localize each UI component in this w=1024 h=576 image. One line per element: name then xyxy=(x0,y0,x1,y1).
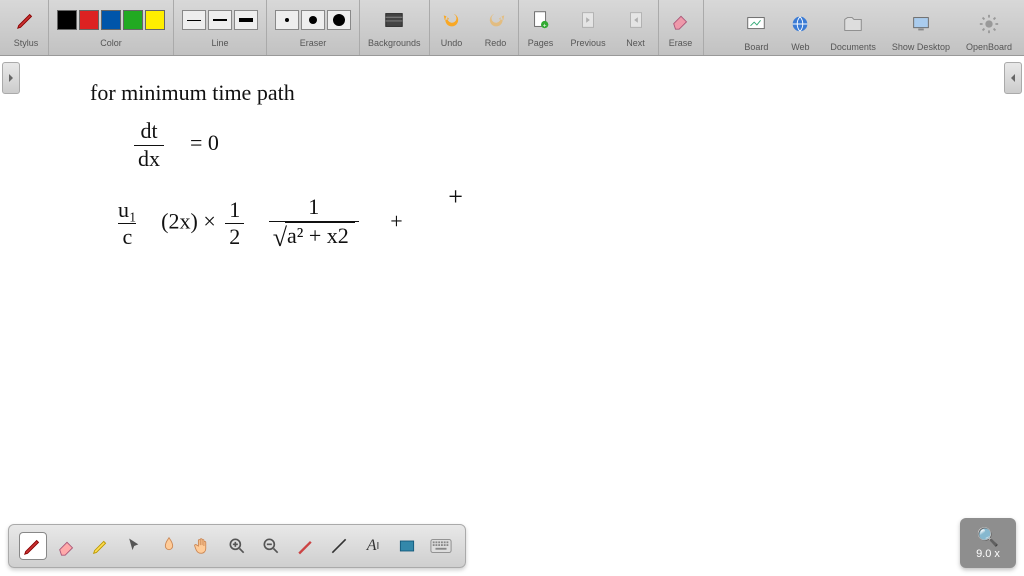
board-button[interactable] xyxy=(742,10,770,38)
redo-group: Redo xyxy=(474,0,519,55)
erase-group: Erase xyxy=(659,0,704,55)
highlighter-tool[interactable] xyxy=(87,532,115,560)
hw-line-1: for minimum time path xyxy=(90,80,423,106)
hw-sqrt: √ a² + x2 xyxy=(273,222,355,253)
hw-2x: (2x) × xyxy=(161,209,216,234)
hw-plus1: + xyxy=(390,209,402,234)
left-panel-toggle[interactable] xyxy=(2,62,20,94)
hw-frac-u1c: u₁ c xyxy=(114,197,141,251)
board-label: Board xyxy=(744,42,768,52)
next-button[interactable] xyxy=(622,6,650,34)
pointer-tool[interactable] xyxy=(121,532,149,560)
pages-button[interactable]: + xyxy=(527,6,555,34)
undo-label: Undo xyxy=(441,38,463,48)
whiteboard-canvas[interactable]: for minimum time path dt dx = 0 u₁ c (2x… xyxy=(0,56,1024,576)
redo-label: Redo xyxy=(485,38,507,48)
pages-group: + Pages xyxy=(519,0,563,55)
zoomout-tool[interactable] xyxy=(257,532,285,560)
hw-eq1-rhs: = 0 xyxy=(190,130,219,155)
openboard-button[interactable] xyxy=(975,10,1003,38)
backgrounds-label: Backgrounds xyxy=(368,38,421,48)
hw-frac-half: 1 2 xyxy=(225,197,244,251)
line-thin[interactable] xyxy=(182,10,206,30)
handwritten-content: for minimum time path dt dx = 0 u₁ c (2x… xyxy=(90,80,423,263)
svg-text:+: + xyxy=(542,22,546,29)
board-group: Board xyxy=(734,4,778,52)
openboard-label: OpenBoard xyxy=(966,42,1012,52)
hw-frac-dtdx: dt dx xyxy=(134,118,164,172)
laser-tool[interactable] xyxy=(291,532,319,560)
line-label: Line xyxy=(211,38,228,48)
capture-tool[interactable] xyxy=(393,532,421,560)
erase-button[interactable] xyxy=(667,6,695,34)
keyboard-tool[interactable] xyxy=(427,532,455,560)
eraser-label: Eraser xyxy=(300,38,327,48)
web-group: Web xyxy=(778,4,822,52)
redo-button[interactable] xyxy=(482,6,510,34)
web-label: Web xyxy=(791,42,809,52)
eraser-med[interactable] xyxy=(301,10,325,30)
text-tool[interactable]: AI xyxy=(359,532,387,560)
color-black[interactable] xyxy=(57,10,77,30)
eraser-group: Eraser xyxy=(267,0,360,55)
color-group: Color xyxy=(49,0,174,55)
eraser-small[interactable] xyxy=(275,10,299,30)
documents-group: Documents xyxy=(822,4,884,52)
right-panel-toggle[interactable] xyxy=(1004,62,1022,94)
stylus-icon[interactable] xyxy=(12,6,40,34)
hand-tool[interactable] xyxy=(189,532,217,560)
eraser-tool[interactable] xyxy=(53,532,81,560)
showdesktop-label: Show Desktop xyxy=(892,42,950,52)
bottom-toolbar: AI xyxy=(8,524,466,568)
documents-button[interactable] xyxy=(839,10,867,38)
next-group: Next xyxy=(614,0,659,55)
zoom-indicator[interactable]: 🔍 9.0 x xyxy=(960,518,1016,568)
next-label: Next xyxy=(626,38,645,48)
line-thick[interactable] xyxy=(234,10,258,30)
zoomin-tool[interactable] xyxy=(223,532,251,560)
eraser-large[interactable] xyxy=(327,10,351,30)
hw-frac-invsqrt: 1 √ a² + x2 xyxy=(269,194,359,253)
web-button[interactable] xyxy=(786,10,814,38)
previous-label: Previous xyxy=(571,38,606,48)
undo-button[interactable] xyxy=(438,6,466,34)
line-med[interactable] xyxy=(208,10,232,30)
stylus-group: Stylus xyxy=(4,0,49,55)
color-blue[interactable] xyxy=(101,10,121,30)
undo-group: Undo xyxy=(430,0,474,55)
pages-label: Pages xyxy=(528,38,554,48)
documents-label: Documents xyxy=(830,42,876,52)
right-tool-cluster: Board Web Documents Show Desktop OpenBoa… xyxy=(734,4,1020,52)
color-label: Color xyxy=(100,38,122,48)
erase-label: Erase xyxy=(669,38,693,48)
zoom-icon: 🔍 xyxy=(977,527,999,548)
backgrounds-icon[interactable] xyxy=(380,6,408,34)
top-toolbar: Stylus Color Line Eraser xyxy=(0,0,1024,56)
line-tool[interactable] xyxy=(325,532,353,560)
pen-tool[interactable] xyxy=(19,532,47,560)
color-green[interactable] xyxy=(123,10,143,30)
stylus-label: Stylus xyxy=(14,38,39,48)
showdesktop-button[interactable] xyxy=(907,10,935,38)
zoom-value: 9.0 x xyxy=(976,548,1000,560)
openboard-group: OpenBoard xyxy=(958,4,1020,52)
showdesktop-group: Show Desktop xyxy=(884,4,958,52)
backgrounds-group: Backgrounds xyxy=(360,0,430,55)
line-group: Line xyxy=(174,0,267,55)
previous-group: Previous xyxy=(563,0,614,55)
hw-plus2: + xyxy=(448,181,463,212)
color-red[interactable] xyxy=(79,10,99,30)
select-tool[interactable] xyxy=(155,532,183,560)
previous-button[interactable] xyxy=(574,6,602,34)
color-yellow[interactable] xyxy=(145,10,165,30)
